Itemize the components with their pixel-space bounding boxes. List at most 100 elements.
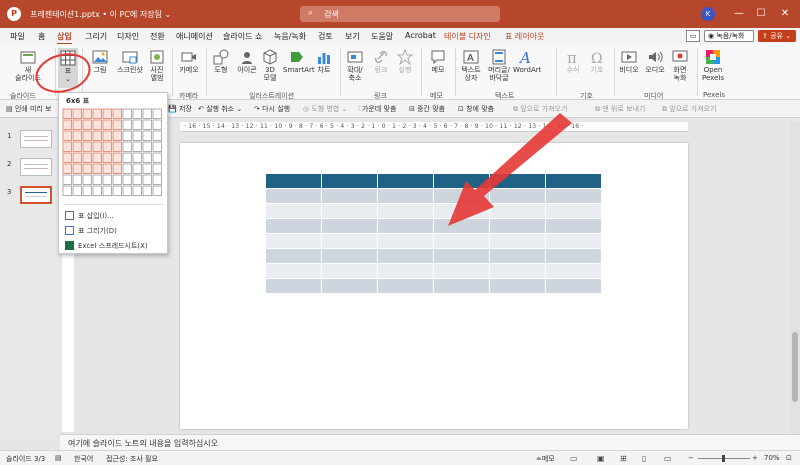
table-size-cell[interactable] <box>122 119 132 130</box>
table-size-cell[interactable] <box>82 152 92 163</box>
print-preview-button[interactable]: ▤ 인쇄 미리 보 <box>6 104 52 114</box>
language-status[interactable]: 한국어 <box>74 454 93 464</box>
3d-model-button[interactable]: 3D 모델 <box>260 49 280 82</box>
table-size-cell[interactable] <box>102 152 112 163</box>
table-size-cell[interactable] <box>102 119 112 130</box>
table-cell[interactable] <box>489 233 546 249</box>
table-size-cell[interactable] <box>72 119 82 130</box>
notes-toggle-button[interactable]: ≐메모 <box>536 454 555 464</box>
tab-table-layout[interactable]: 표 레이아웃 <box>505 31 544 42</box>
reading-view-icon[interactable]: ▯ <box>642 454 646 463</box>
table-cell[interactable] <box>377 233 434 249</box>
cameo-button[interactable]: 카메오 <box>176 49 202 74</box>
pexels-button[interactable]: Open Pexels <box>701 49 725 82</box>
table-size-cell[interactable] <box>152 163 162 174</box>
table-size-cell[interactable] <box>102 163 112 174</box>
normal-view-icon[interactable]: ▣ <box>597 454 605 463</box>
bring-forward-button[interactable]: ⧉ 앞으로 가져오기 <box>513 104 568 114</box>
table-size-cell[interactable] <box>92 108 102 119</box>
tab-file[interactable]: 파일 <box>10 31 25 42</box>
fit-slide-icon[interactable]: ⊡ <box>786 454 792 462</box>
table-size-cell[interactable] <box>142 185 152 196</box>
table-size-cell[interactable] <box>112 141 122 152</box>
fit-window-button[interactable]: ⊡ 창에 맞춤 <box>458 104 494 114</box>
table-size-cell[interactable] <box>142 174 152 185</box>
table-size-cell[interactable] <box>72 108 82 119</box>
search-input[interactable]: ⌕ 검색 <box>300 6 500 22</box>
shape-merge-button[interactable]: ◎ 도형 병합 ⌄ <box>303 104 347 114</box>
table-size-cell[interactable] <box>122 163 132 174</box>
new-slide-button[interactable]: 새 슬라이드 <box>8 49 48 82</box>
icons-button[interactable]: 아이콘 <box>235 49 259 74</box>
tab-review[interactable]: 검토 <box>318 31 333 42</box>
table-size-cell[interactable] <box>152 130 162 141</box>
send-to-back-button[interactable]: ⧉ 맨 뒤로 보내기 <box>595 104 645 114</box>
table-size-cell[interactable] <box>142 119 152 130</box>
table-size-cell[interactable] <box>112 163 122 174</box>
table-cell[interactable] <box>433 188 490 204</box>
table-size-cell[interactable] <box>62 119 72 130</box>
table-size-cell[interactable] <box>142 163 152 174</box>
document-title[interactable]: 프레젠테이션1.pptx • 이 PC에 저장됨 ⌄ <box>30 9 171 20</box>
table-button[interactable]: 표 ⌄ <box>58 48 78 88</box>
scrollbar-thumb[interactable] <box>792 332 798 402</box>
table-cell[interactable] <box>265 233 322 249</box>
table-size-cell[interactable] <box>62 185 72 196</box>
table-cell[interactable] <box>489 188 546 204</box>
undo-button[interactable]: ↶ 실행 취소 ⌄ <box>198 104 242 114</box>
center-horizontal-button[interactable]: ⫶ 가운데 맞춤 <box>358 104 396 114</box>
table-cell[interactable] <box>545 263 602 279</box>
table-size-cell[interactable] <box>152 174 162 185</box>
table-size-cell[interactable] <box>82 130 92 141</box>
table-cell[interactable] <box>433 278 490 294</box>
table-size-cell[interactable] <box>122 141 132 152</box>
table-size-cell[interactable] <box>92 152 102 163</box>
table-cell[interactable] <box>377 188 434 204</box>
tab-design[interactable]: 디자인 <box>117 31 139 42</box>
screenshot-button[interactable]: 스크린샷 <box>117 49 143 74</box>
table-size-cell[interactable] <box>152 141 162 152</box>
table-size-cell[interactable] <box>62 174 72 185</box>
table-size-cell[interactable] <box>132 119 142 130</box>
table-size-cell[interactable] <box>82 141 92 152</box>
table-size-cell[interactable] <box>102 174 112 185</box>
table-cell[interactable] <box>545 218 602 234</box>
symbol-button[interactable]: Ω 기호 <box>586 49 608 74</box>
table-size-cell[interactable] <box>112 174 122 185</box>
table-size-cell[interactable] <box>92 174 102 185</box>
table-cell[interactable] <box>321 233 378 249</box>
table-size-cell[interactable] <box>62 108 72 119</box>
zoom-in-button[interactable]: + <box>752 454 758 462</box>
tab-slideshow[interactable]: 슬라이드 쇼 <box>223 31 262 42</box>
table-cell[interactable] <box>489 203 546 219</box>
chart-button[interactable]: 차트 <box>314 49 334 74</box>
table-size-cell[interactable] <box>132 152 142 163</box>
table-cell[interactable] <box>433 248 490 264</box>
table-cell[interactable] <box>489 173 546 189</box>
table-size-cell[interactable] <box>132 130 142 141</box>
table-size-cell[interactable] <box>112 119 122 130</box>
header-footer-button[interactable]: 머리글/ 바닥글 <box>484 49 514 82</box>
wordart-button[interactable]: A WordArt <box>513 49 541 74</box>
table-size-cell[interactable] <box>102 108 112 119</box>
zoom-out-button[interactable]: − <box>688 454 694 462</box>
table-cell[interactable] <box>433 263 490 279</box>
tab-transitions[interactable]: 전환 <box>150 31 165 42</box>
table-cell[interactable] <box>377 278 434 294</box>
bring-to-front-button[interactable]: ⧉ 앞으로 가져오기 <box>662 104 717 114</box>
slide-canvas[interactable] <box>180 143 688 429</box>
table-size-cell[interactable] <box>92 185 102 196</box>
save-button[interactable]: 💾 저장 <box>168 104 192 114</box>
table-size-cell[interactable] <box>92 130 102 141</box>
excel-spreadsheet-menu-item[interactable]: Excel 스프레드시트(X) <box>65 241 148 251</box>
table-cell[interactable] <box>377 248 434 264</box>
table-size-cell[interactable] <box>82 119 92 130</box>
center-vertical-button[interactable]: ⊟ 중간 맞춤 <box>409 104 445 114</box>
table-size-cell[interactable] <box>112 130 122 141</box>
table-cell[interactable] <box>265 218 322 234</box>
comments-button[interactable]: ▭ <box>686 30 700 42</box>
slideshow-view-icon[interactable]: ▭ <box>664 454 672 463</box>
table-cell[interactable] <box>489 218 546 234</box>
table-size-cell[interactable] <box>122 152 132 163</box>
tab-view[interactable]: 보기 <box>345 31 360 42</box>
